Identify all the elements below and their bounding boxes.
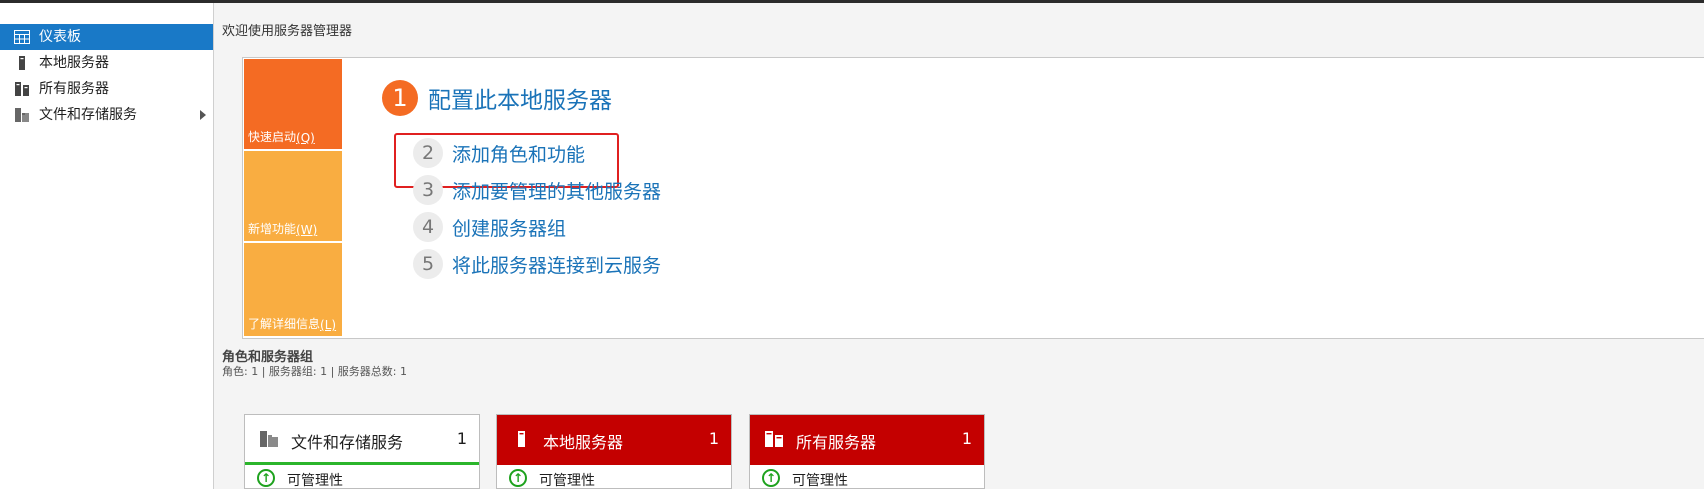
role-tile-file-storage[interactable]: 文件和存储服务 1 ↑ 可管理性 — [244, 414, 480, 489]
sidebar-nav: 仪表板 本地服务器 所有服务器 文件和存储服务 — [0, 3, 213, 128]
welcome-panel: 快速启动 (Q) 新增功能 (W) 了解详细信息 (L) 1 配置此本地服务器 2 添… — [242, 57, 1704, 339]
welcome-title: 欢迎使用服务器管理器 — [222, 24, 353, 39]
tab-label: 了解详细信息 — [248, 317, 321, 331]
step-link[interactable]: 配置此本地服务器 — [428, 81, 612, 115]
step-number: 5 — [413, 249, 443, 279]
status-label: 可管理性 — [792, 473, 848, 489]
status-label: 可管理性 — [539, 473, 595, 489]
tile-title: 文件和存储服务 — [291, 433, 404, 452]
tab-whats-new[interactable]: 新增功能 (W) — [244, 151, 342, 241]
tab-label: 新增功能 — [248, 222, 297, 236]
tab-learn-more[interactable]: 了解详细信息 (L) — [244, 243, 342, 336]
tile-header[interactable]: 所有服务器 1 — [750, 415, 984, 465]
status-ok-icon: ↑ — [509, 469, 527, 487]
file-storage-icon — [15, 108, 29, 122]
servers-icon — [765, 431, 783, 447]
step-link[interactable]: 创建服务器组 — [452, 214, 566, 241]
role-tile-all-servers[interactable]: 所有服务器 1 ↑ 可管理性 — [749, 414, 985, 489]
step-link[interactable]: 添加角色和功能 — [452, 140, 585, 167]
sidebar-item-label: 所有服务器 — [39, 81, 109, 97]
tile-title: 所有服务器 — [796, 433, 877, 452]
servers-icon — [15, 82, 29, 96]
status-ok-icon: ↑ — [257, 469, 275, 487]
step-link[interactable]: 将此服务器连接到云服务 — [452, 251, 661, 278]
step-number: 4 — [413, 212, 443, 242]
sidebar-item-dashboard[interactable]: 仪表板 — [0, 24, 213, 50]
status-ok-icon: ↑ — [762, 469, 780, 487]
tile-status-row[interactable]: ↑ 可管理性 — [497, 465, 731, 489]
tab-shortcut: (L) — [320, 318, 337, 332]
server-icon — [19, 56, 25, 70]
step-link[interactable]: 添加要管理的其他服务器 — [452, 177, 661, 204]
step-add-roles-features[interactable]: 2 添加角色和功能 — [413, 138, 585, 168]
step-number: 3 — [413, 175, 443, 205]
sidebar: 仪表板 本地服务器 所有服务器 文件和存储服务 — [0, 3, 214, 489]
step-configure-local-server[interactable]: 1 配置此本地服务器 — [382, 80, 612, 116]
tile-count: 1 — [961, 429, 972, 448]
step-number: 2 — [413, 138, 443, 168]
tab-shortcut: (W) — [296, 223, 318, 237]
tile-count: 1 — [456, 429, 467, 448]
roles-summary: 角色: 1 | 服务器组: 1 | 服务器总数: 1 — [222, 365, 408, 378]
tab-label: 快速启动 — [248, 130, 297, 144]
file-storage-icon — [260, 431, 278, 447]
tile-header[interactable]: 本地服务器 1 — [497, 415, 731, 465]
sidebar-item-all-servers[interactable]: 所有服务器 — [0, 76, 213, 102]
tile-title: 本地服务器 — [543, 433, 624, 452]
step-connect-cloud[interactable]: 5 将此服务器连接到云服务 — [413, 249, 661, 279]
role-tile-local-server[interactable]: 本地服务器 1 ↑ 可管理性 — [496, 414, 732, 489]
sidebar-item-label: 本地服务器 — [39, 55, 109, 71]
sidebar-item-file-storage[interactable]: 文件和存储服务 — [0, 102, 213, 128]
step-create-server-group[interactable]: 4 创建服务器组 — [413, 212, 566, 242]
tab-quick-start[interactable]: 快速启动 (Q) — [244, 59, 342, 149]
tile-count: 1 — [708, 429, 719, 448]
chevron-right-icon[interactable] — [200, 110, 206, 120]
sidebar-item-label: 文件和存储服务 — [39, 107, 137, 123]
dashboard-icon — [14, 30, 30, 44]
tile-header[interactable]: 文件和存储服务 1 — [245, 415, 479, 465]
server-icon — [518, 431, 525, 447]
step-number: 1 — [382, 80, 418, 116]
sidebar-item-label: 仪表板 — [39, 29, 81, 45]
tile-status-row[interactable]: ↑ 可管理性 — [750, 465, 984, 489]
sidebar-item-local-server[interactable]: 本地服务器 — [0, 50, 213, 76]
step-add-servers[interactable]: 3 添加要管理的其他服务器 — [413, 175, 661, 205]
tile-status-row[interactable]: ↑ 可管理性 — [245, 465, 479, 489]
tab-shortcut: (Q) — [296, 131, 315, 145]
status-label: 可管理性 — [287, 473, 343, 489]
